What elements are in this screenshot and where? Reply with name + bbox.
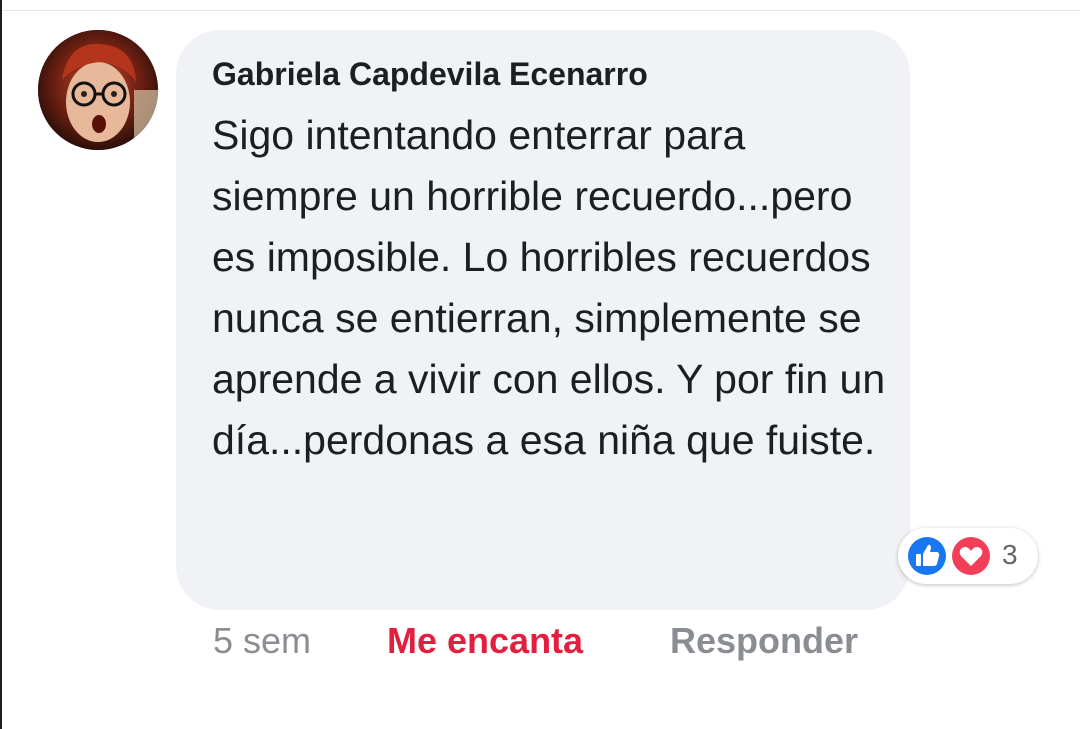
left-edge-border (0, 0, 2, 729)
comment-author[interactable]: Gabriela Capdevila Ecenarro (212, 56, 648, 93)
like-icon (906, 535, 948, 577)
reply-button[interactable]: Responder (670, 620, 858, 662)
comment-bubble: Gabriela Capdevila Ecenarro Sigo intenta… (176, 30, 910, 610)
avatar[interactable] (38, 30, 158, 150)
comment-timestamp[interactable]: 5 sem (213, 620, 311, 662)
reaction-count: 3 (1002, 539, 1018, 570)
top-divider (0, 10, 1080, 11)
love-icon (950, 535, 992, 577)
reactions-summary[interactable]: 3 (898, 528, 1038, 584)
comment-text: Sigo intentando enterrar para siempre un… (212, 112, 886, 463)
reaction-button[interactable]: Me encanta (387, 620, 583, 662)
